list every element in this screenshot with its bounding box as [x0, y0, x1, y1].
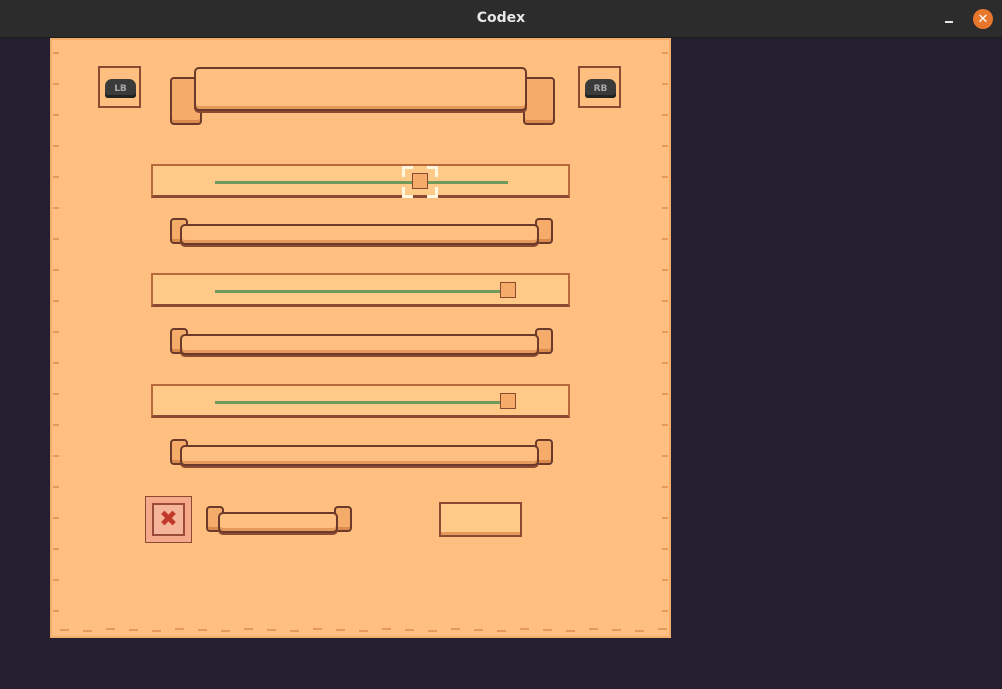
slider-3[interactable]	[151, 384, 570, 418]
edge-tick	[662, 207, 668, 209]
edge-tick	[53, 114, 59, 116]
edge-tick	[53, 455, 59, 457]
edge-tick	[662, 176, 668, 178]
edge-tick	[53, 393, 59, 395]
slider-1[interactable]	[151, 164, 570, 198]
edge-tick	[662, 52, 668, 54]
edge-tick	[359, 630, 368, 632]
edge-tick	[267, 629, 276, 631]
slider-3-handle[interactable]	[500, 393, 516, 409]
window-titlebar: Codex ✕	[0, 0, 1002, 38]
window-title: Codex	[476, 10, 526, 26]
edge-tick	[662, 486, 668, 488]
edge-tick	[53, 207, 59, 209]
slider-2-handle[interactable]	[500, 282, 516, 298]
edge-tick	[662, 393, 668, 395]
edge-tick	[53, 362, 59, 364]
edge-tick	[313, 628, 322, 630]
edge-tick	[662, 455, 668, 457]
small-banner	[206, 504, 352, 536]
edge-tick	[405, 629, 414, 631]
right-shoulder-button[interactable]: RB	[578, 66, 621, 108]
edge-tick	[497, 630, 506, 632]
edge-tick	[336, 629, 345, 631]
close-x-icon: ✖	[152, 503, 185, 536]
edge-tick	[53, 579, 59, 581]
edge-tick	[662, 238, 668, 240]
edge-tick	[83, 630, 92, 632]
slider-3-label-banner	[168, 437, 553, 467]
edge-tick	[662, 145, 668, 147]
edge-tick	[53, 83, 59, 85]
edge-tick	[662, 331, 668, 333]
edge-tick	[53, 548, 59, 550]
edge-tick	[662, 83, 668, 85]
minimize-icon[interactable]	[941, 11, 957, 27]
edge-tick	[198, 629, 207, 631]
rb-label: RB	[585, 79, 616, 98]
edge-tick	[662, 517, 668, 519]
edge-tick	[53, 238, 59, 240]
edge-tick	[658, 628, 667, 630]
slider-2-label-banner	[168, 326, 553, 356]
title-banner	[168, 65, 555, 127]
edge-tick	[53, 331, 59, 333]
slider-2-track	[215, 290, 508, 293]
slider-1-label-banner	[168, 216, 553, 246]
edge-tick	[53, 145, 59, 147]
lb-label: LB	[105, 79, 136, 98]
edge-tick	[244, 628, 253, 630]
slider-3-track	[215, 401, 508, 404]
edge-tick	[60, 629, 69, 631]
edge-tick	[520, 628, 529, 630]
edge-tick	[53, 424, 59, 426]
edge-tick	[589, 628, 598, 630]
edge-tick	[53, 176, 59, 178]
close-button[interactable]: ✖	[145, 496, 192, 543]
edge-tick	[662, 424, 668, 426]
edge-tick	[662, 114, 668, 116]
settings-panel: LB RB ✖	[50, 38, 671, 638]
edge-tick	[662, 300, 668, 302]
edge-tick	[662, 269, 668, 271]
edge-tick	[612, 629, 621, 631]
close-icon[interactable]: ✕	[973, 9, 993, 29]
edge-tick	[566, 630, 575, 632]
edge-tick	[106, 628, 115, 630]
edge-tick	[53, 300, 59, 302]
left-shoulder-button[interactable]: LB	[98, 66, 141, 108]
slider-2[interactable]	[151, 273, 570, 307]
edge-tick	[53, 517, 59, 519]
edge-tick	[53, 52, 59, 54]
edge-tick	[662, 362, 668, 364]
edge-tick	[382, 628, 391, 630]
edge-tick	[221, 630, 230, 632]
edge-tick	[543, 629, 552, 631]
edge-tick	[290, 630, 299, 632]
edge-tick	[474, 629, 483, 631]
edge-tick	[175, 628, 184, 630]
edge-tick	[451, 628, 460, 630]
edge-tick	[635, 630, 644, 632]
selection-cursor	[402, 166, 439, 198]
edge-tick	[53, 486, 59, 488]
edge-tick	[662, 548, 668, 550]
edge-tick	[662, 579, 668, 581]
slider-1-track	[215, 181, 508, 184]
edge-tick	[53, 269, 59, 271]
edge-tick	[152, 630, 161, 632]
edge-tick	[662, 610, 668, 612]
edge-tick	[129, 629, 138, 631]
confirm-button[interactable]	[439, 502, 522, 537]
edge-tick	[428, 630, 437, 632]
edge-tick	[53, 610, 59, 612]
